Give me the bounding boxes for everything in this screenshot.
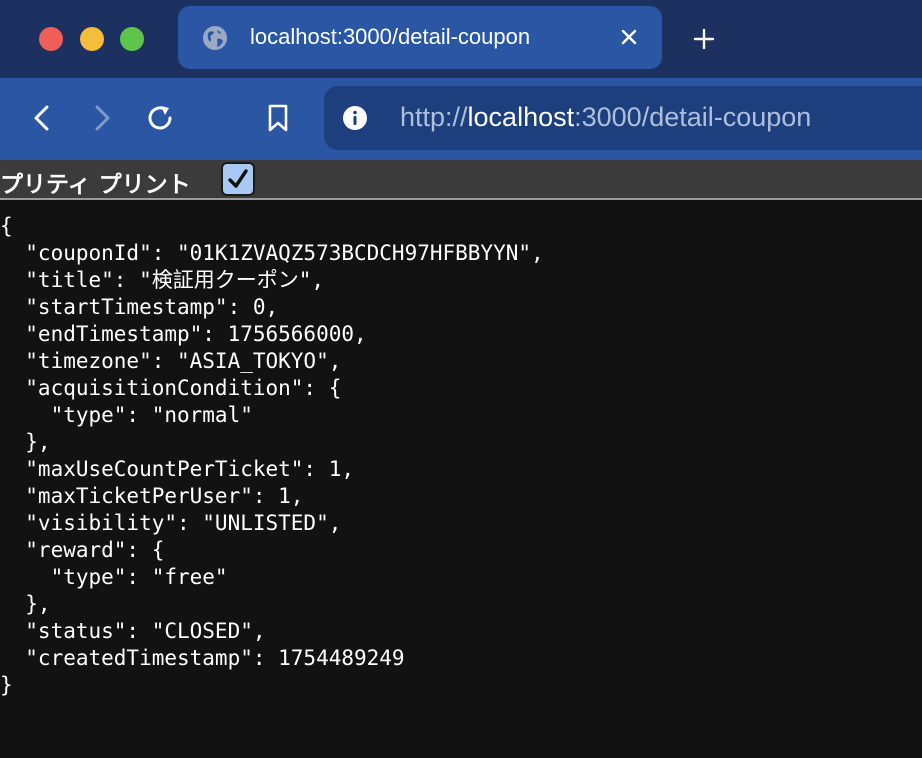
url-host: localhost <box>467 102 575 132</box>
browser-titlebar: localhost:3000/detail-coupon <box>0 0 922 78</box>
url-text[interactable]: http://localhost:3000/detail-coupon <box>400 102 811 133</box>
json-line: "status": "CLOSED", <box>0 619 266 643</box>
json-line: "reward": { <box>0 538 165 562</box>
bookmark-icon[interactable] <box>262 102 294 134</box>
json-line: "couponId": "01K1ZVAQZ573BCDCH97HFBBYYN"… <box>0 241 544 265</box>
json-line: } <box>0 673 13 697</box>
chevron-left-icon[interactable] <box>26 102 58 134</box>
json-line: "maxUseCountPerTicket": 1, <box>0 457 355 481</box>
url-path: :3000/detail-coupon <box>574 102 812 132</box>
pretty-print-label: プリティ プリント <box>0 172 191 198</box>
json-line: "acquisitionCondition": { <box>0 376 342 400</box>
json-line: "createdTimestamp": 1754489249 <box>0 646 405 670</box>
json-line: }, <box>0 592 51 616</box>
close-icon[interactable] <box>618 26 640 48</box>
reload-icon[interactable] <box>144 102 176 134</box>
plus-icon[interactable] <box>692 27 716 51</box>
pretty-print-checkbox[interactable] <box>221 162 255 196</box>
json-line: "endTimestamp": 1756566000, <box>0 322 367 346</box>
json-line: "timezone": "ASIA_TOKYO", <box>0 349 342 373</box>
url-scheme: http:// <box>400 102 468 132</box>
checkmark-icon <box>228 169 248 188</box>
tab-title: localhost:3000/detail-coupon <box>250 24 531 49</box>
json-line: "type": "free" <box>0 565 228 589</box>
json-line: "type": "normal" <box>0 403 253 427</box>
globe-icon <box>203 26 227 50</box>
json-line: { <box>0 214 13 238</box>
chevron-right-icon[interactable] <box>86 102 118 134</box>
json-line: "startTimestamp": 0, <box>0 295 279 319</box>
json-viewer: { "couponId": "01K1ZVAQZ573BCDCH97HFBBYY… <box>0 213 544 699</box>
browser-tab-active[interactable]: localhost:3000/detail-coupon <box>178 6 662 69</box>
json-line: "maxTicketPerUser": 1, <box>0 484 304 508</box>
minimize-window-button[interactable] <box>80 27 104 51</box>
json-line: }, <box>0 430 51 454</box>
json-line: "visibility": "UNLISTED", <box>0 511 342 535</box>
address-bar[interactable]: http://localhost:3000/detail-coupon <box>324 86 922 150</box>
maximize-window-button[interactable] <box>120 27 144 51</box>
close-window-button[interactable] <box>39 27 63 51</box>
browser-toolbar: http://localhost:3000/detail-coupon <box>0 78 922 160</box>
json-line: "title": "検証用クーポン", <box>0 268 325 292</box>
pretty-print-bar: プリティ プリント <box>0 160 922 200</box>
info-icon[interactable] <box>342 105 368 131</box>
